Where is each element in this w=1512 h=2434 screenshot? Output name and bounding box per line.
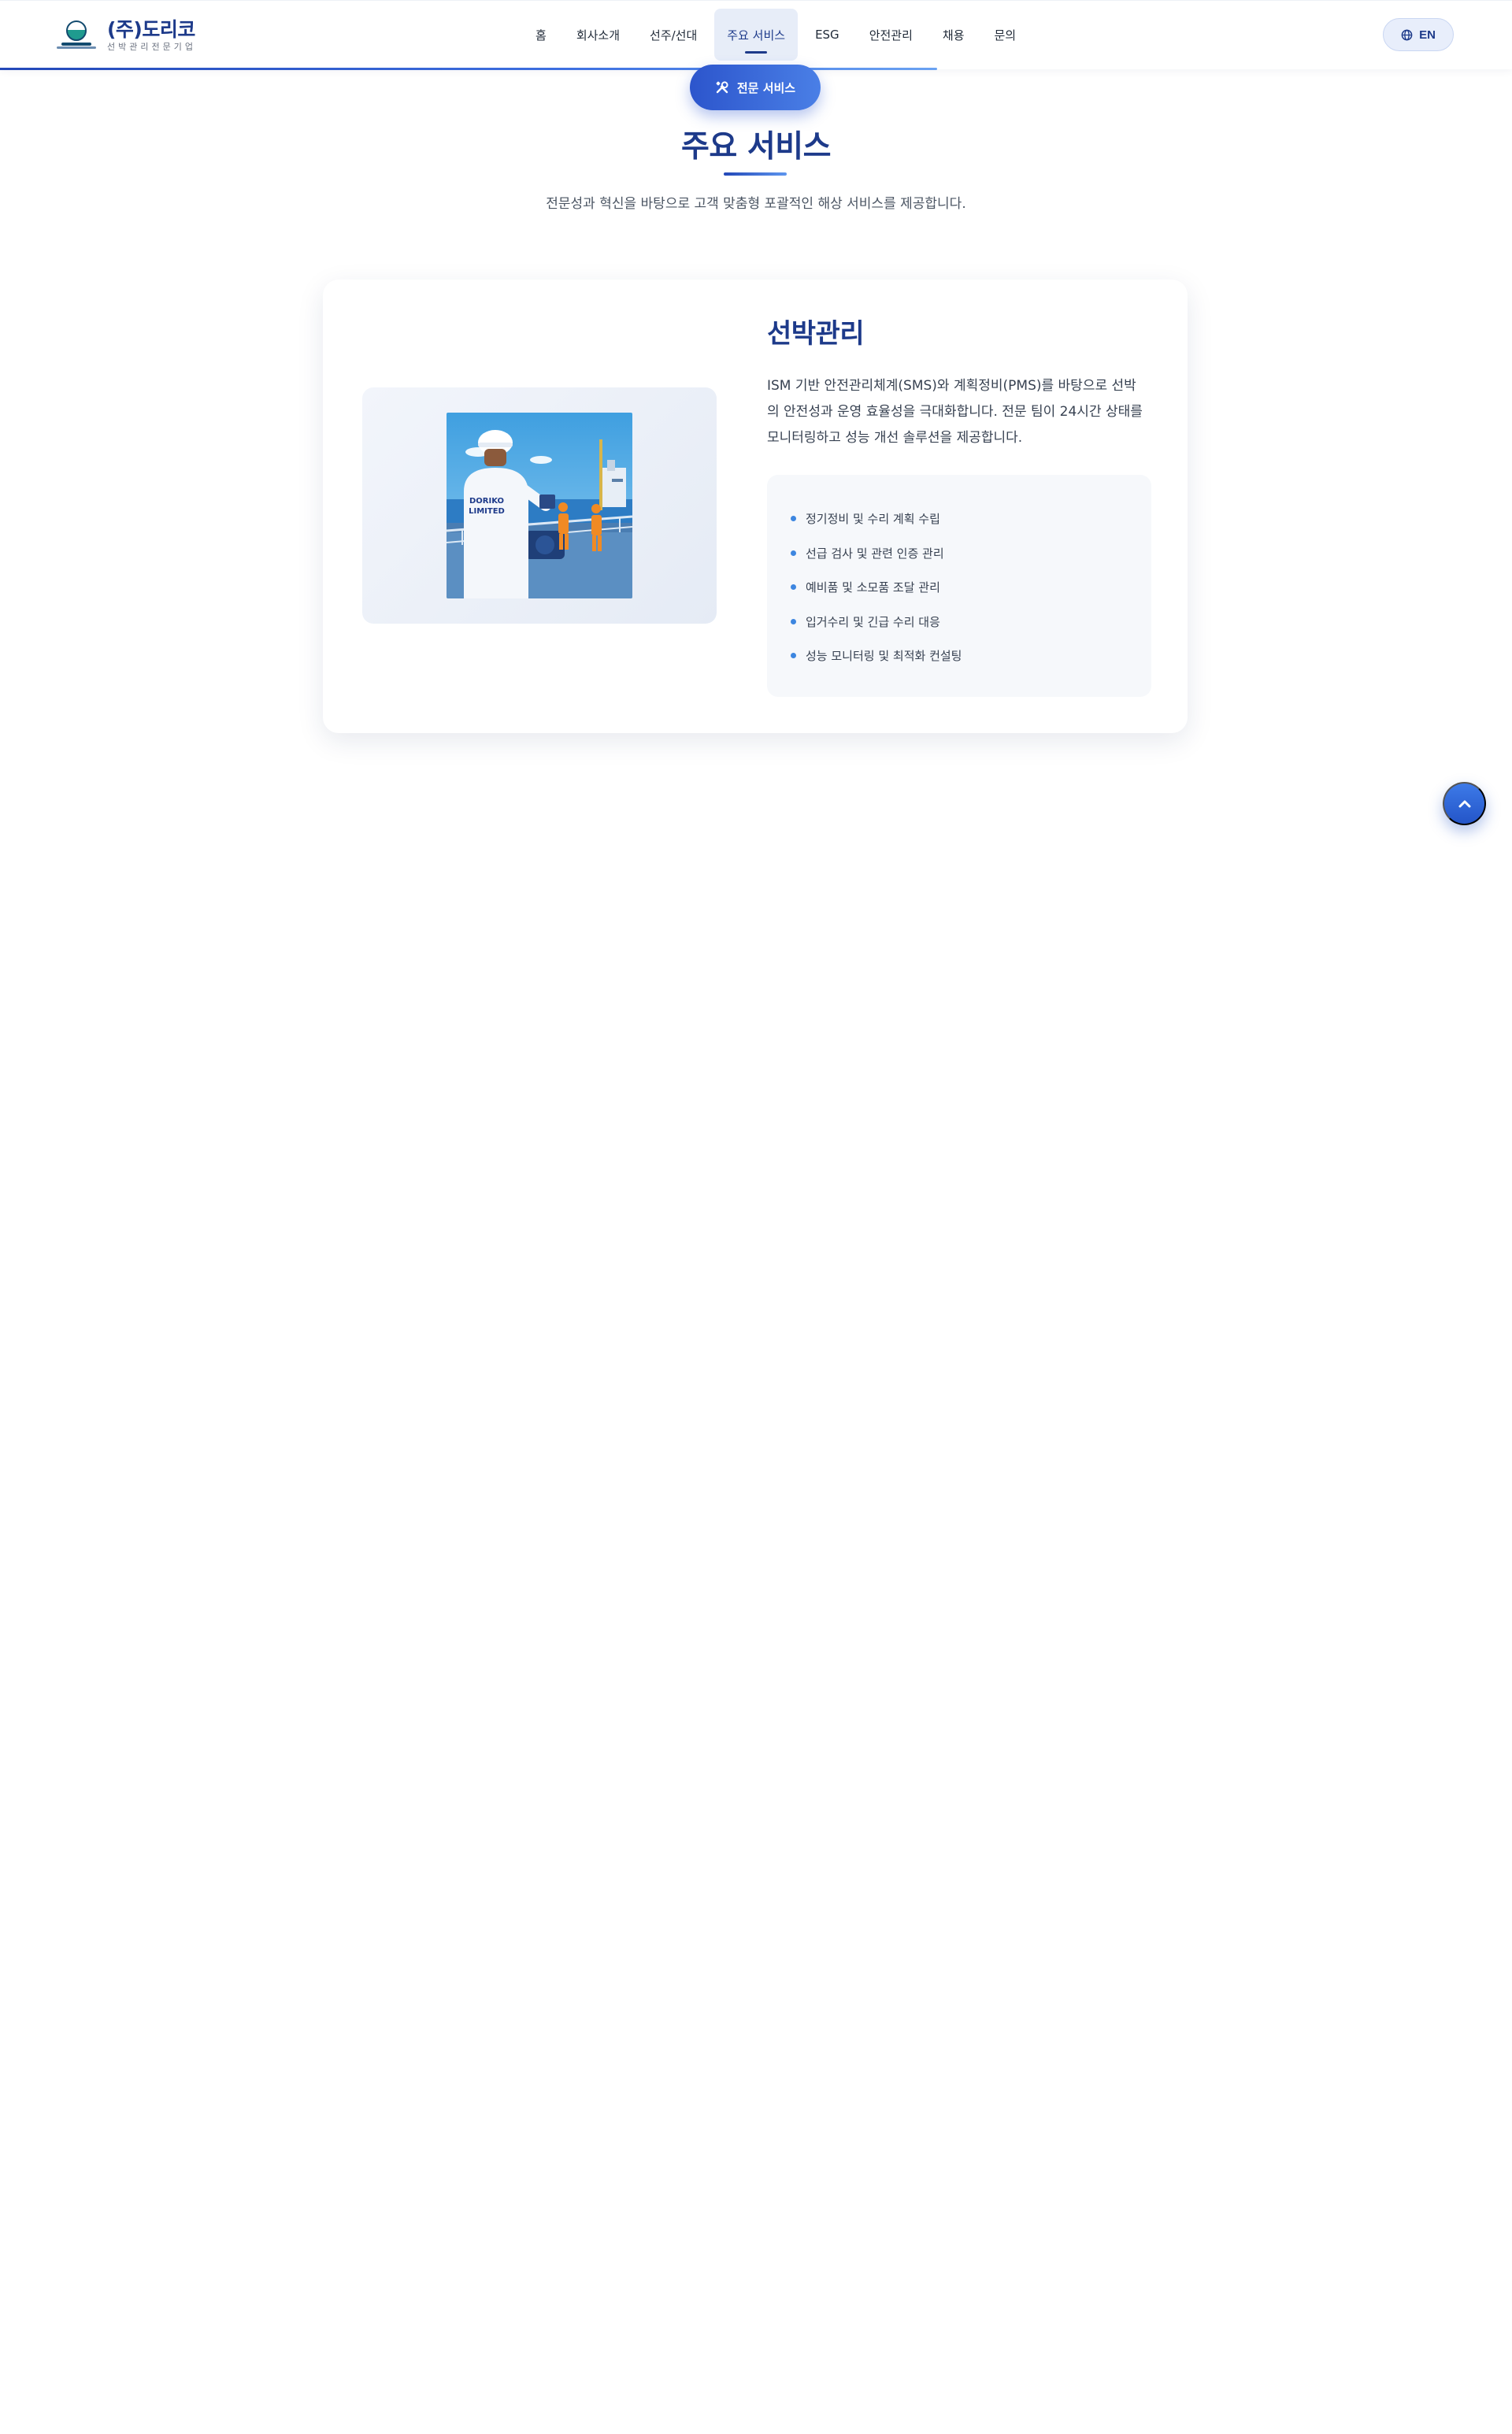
chevron-up-icon xyxy=(1458,800,1470,807)
language-label: EN xyxy=(1419,28,1436,42)
globe-icon xyxy=(1401,29,1413,40)
nav-item-services[interactable]: 주요 서비스 xyxy=(714,9,799,61)
language-toggle-button[interactable]: EN xyxy=(1383,18,1454,51)
service-image-panel: DORIKO LIMITED xyxy=(362,387,717,624)
bullet-icon xyxy=(791,618,796,624)
section-description: 전문성과 혁신을 바탕으로 고객 맞춤형 포괄적인 해상 서비스를 제공합니다. xyxy=(546,196,966,212)
feature-label: 성능 모니터링 및 최적화 컨설팅 xyxy=(806,649,962,664)
feature-label: 입거수리 및 긴급 수리 대응 xyxy=(806,614,940,629)
feature-label: 정기정비 및 수리 계획 수립 xyxy=(806,512,940,527)
bullet-icon xyxy=(791,584,796,591)
brand-name: (주)도리코 xyxy=(107,18,195,41)
brand-tagline: 선박관리전문기업 xyxy=(107,42,196,52)
nav-item-esg[interactable]: ESG xyxy=(802,9,852,61)
feature-label: 선급 검사 및 관련 인증 관리 xyxy=(806,546,944,561)
nav-item-about[interactable]: 회사소개 xyxy=(564,9,632,61)
brand-logo[interactable]: (주)도리코 선박관리전문기업 xyxy=(57,18,196,53)
service-card: DORIKO LIMITED 선박관리 ISM 기반 안전관리체계(SMS)와 … xyxy=(323,280,1188,733)
nav-item-safety[interactable]: 안전관리 xyxy=(857,9,925,61)
service-title: 선박관리 xyxy=(767,318,865,350)
nav-item-fleet[interactable]: 선주/선대 xyxy=(637,9,710,61)
list-item: 정기정비 및 수리 계획 수립 xyxy=(791,502,1151,536)
section-badge-label: 전문 서비스 xyxy=(736,80,796,95)
list-item: 선급 검사 및 관련 인증 관리 xyxy=(791,536,1151,571)
nav-item-contact[interactable]: 문의 xyxy=(982,9,1029,61)
back-to-top-button[interactable] xyxy=(1443,782,1486,825)
nav-item-home[interactable]: 홈 xyxy=(523,9,559,61)
illustration-caption: DORIKO LIMITED xyxy=(469,497,505,516)
list-item: 성능 모니터링 및 최적화 컨설팅 xyxy=(791,639,1151,673)
tools-icon xyxy=(716,81,728,94)
title-underline xyxy=(724,172,787,176)
list-item: 입거수리 및 긴급 수리 대응 xyxy=(791,605,1151,639)
section-title: 주요 서비스 xyxy=(681,129,831,165)
section-badge: 전문 서비스 xyxy=(690,65,821,110)
service-description: ISM 기반 안전관리체계(SMS)와 계획정비(PMS)를 바탕으로 선박의 … xyxy=(767,378,1143,446)
ship-emblem-icon xyxy=(57,19,96,52)
bullet-icon xyxy=(791,653,796,659)
feature-list: 정기정비 및 수리 계획 수립 선급 검사 및 관련 인증 관리 예비품 및 소… xyxy=(767,475,1151,697)
feature-label: 예비품 및 소모품 조달 관리 xyxy=(806,580,940,595)
site-header: (주)도리코 선박관리전문기업 홈 회사소개 선주/선대 주요 서비스 ESG … xyxy=(0,0,1512,70)
bullet-icon xyxy=(791,550,796,556)
list-item: 예비품 및 소모품 조달 관리 xyxy=(791,570,1151,605)
bullet-icon xyxy=(791,516,796,522)
main-nav: 홈 회사소개 선주/선대 주요 서비스 ESG 안전관리 채용 문의 xyxy=(523,9,1028,61)
nav-item-careers[interactable]: 채용 xyxy=(930,9,977,61)
